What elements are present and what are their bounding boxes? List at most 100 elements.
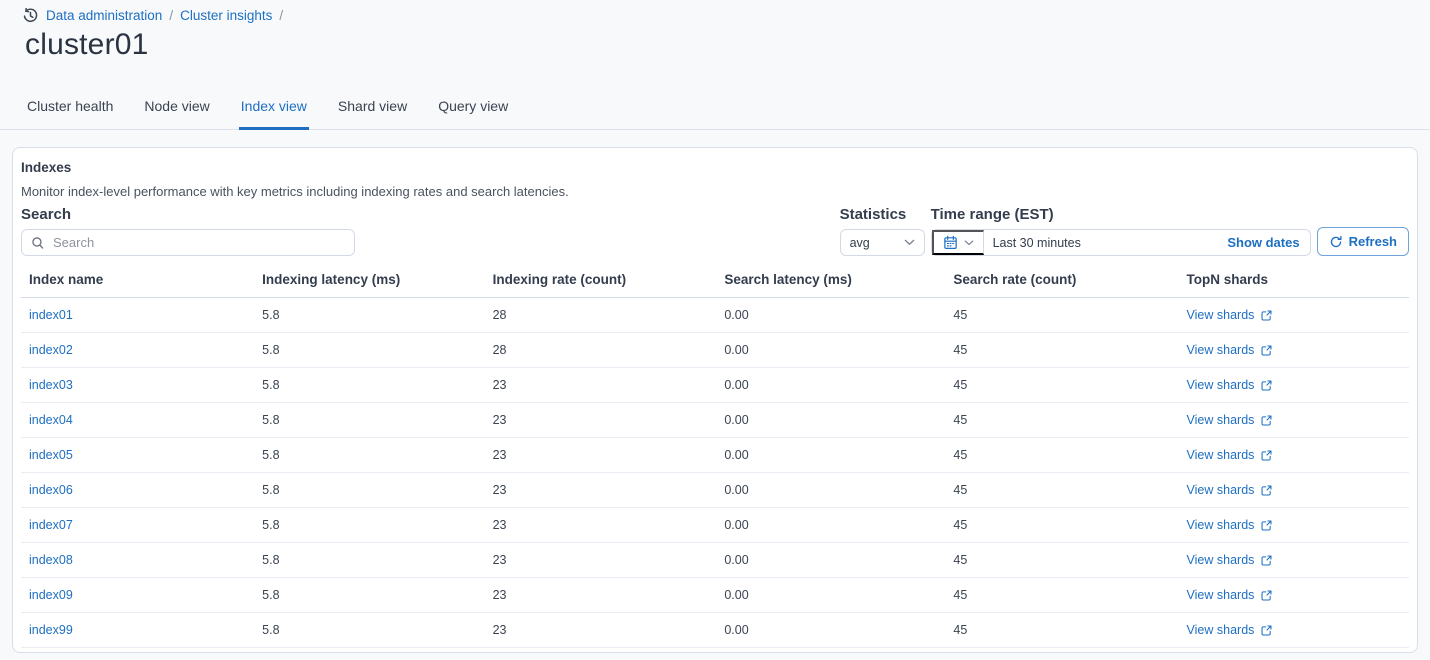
column-header-index-name: Index name <box>21 264 254 298</box>
popout-icon <box>1260 309 1273 322</box>
view-shards-label: View shards <box>1187 378 1255 392</box>
search-input[interactable] <box>22 235 354 250</box>
cell-topn-shards: View shards <box>1179 438 1409 473</box>
breadcrumb-items: Data administration/Cluster insights/ <box>46 8 290 23</box>
search-icon <box>31 236 45 250</box>
cell-topn-shards: View shards <box>1179 613 1409 648</box>
view-shards-label: View shards <box>1187 343 1255 357</box>
quick-select-button[interactable] <box>932 230 984 255</box>
index-name-link[interactable]: index01 <box>29 308 73 322</box>
column-header-search-latency-ms: Search latency (ms) <box>716 264 945 298</box>
next-page-button[interactable] <box>1381 657 1405 660</box>
cell-index-name: index08 <box>21 543 254 578</box>
index-name-link[interactable]: index07 <box>29 518 73 532</box>
cell-topn-shards: View shards <box>1179 473 1409 508</box>
cell-topn-shards: View shards <box>1179 578 1409 613</box>
cell-index-name: index05 <box>21 438 254 473</box>
cell-search-latency: 0.00 <box>716 333 945 368</box>
tab-shard-view[interactable]: Shard view <box>336 98 409 130</box>
view-shards-link[interactable]: View shards <box>1187 308 1274 322</box>
popout-icon <box>1260 449 1273 462</box>
view-shards-link[interactable]: View shards <box>1187 448 1274 462</box>
cell-search-latency: 0.00 <box>716 368 945 403</box>
cell-indexing-latency: 5.8 <box>254 508 484 543</box>
cell-index-name: index09 <box>21 578 254 613</box>
view-shards-link[interactable]: View shards <box>1187 553 1274 567</box>
view-shards-link[interactable]: View shards <box>1187 623 1274 637</box>
panel-title: Indexes <box>21 160 1409 175</box>
popout-icon <box>1260 554 1273 567</box>
index-name-link[interactable]: index04 <box>29 413 73 427</box>
pagination: 123 <box>1289 656 1405 660</box>
tab-index-view[interactable]: Index view <box>239 98 309 130</box>
cell-indexing-rate: 23 <box>485 473 717 508</box>
breadcrumb-separator: / <box>279 8 283 23</box>
cell-indexing-rate: 23 <box>485 403 717 438</box>
view-shards-link[interactable]: View shards <box>1187 378 1274 392</box>
cell-index-name: index03 <box>21 368 254 403</box>
view-shards-link[interactable]: View shards <box>1187 483 1274 497</box>
table-row: index055.8230.0045View shards <box>21 438 1409 473</box>
statistics-group: Statistics avg <box>840 207 925 256</box>
cell-search-latency: 0.00 <box>716 578 945 613</box>
view-shards-label: View shards <box>1187 518 1255 532</box>
view-shards-link[interactable]: View shards <box>1187 588 1274 602</box>
cell-indexing-rate: 23 <box>485 578 717 613</box>
breadcrumb-link-cluster-insights[interactable]: Cluster insights <box>180 8 272 23</box>
table-row: index065.8230.0045View shards <box>21 473 1409 508</box>
time-range-value[interactable]: Last 30 minutes <box>984 236 1228 250</box>
cell-search-latency: 0.00 <box>716 613 945 648</box>
statistics-select[interactable]: avg <box>840 229 925 256</box>
page-numbers: 123 <box>1315 656 1379 660</box>
cell-topn-shards: View shards <box>1179 298 1409 333</box>
cell-topn-shards: View shards <box>1179 368 1409 403</box>
cell-indexing-latency: 5.8 <box>254 403 484 438</box>
table-row: index045.8230.0045View shards <box>21 403 1409 438</box>
popout-icon <box>1260 344 1273 357</box>
cell-search-rate: 45 <box>945 298 1178 333</box>
view-shards-label: View shards <box>1187 308 1255 322</box>
cell-search-latency: 0.00 <box>716 473 945 508</box>
table-row: index075.8230.0045View shards <box>21 508 1409 543</box>
tab-query-view[interactable]: Query view <box>436 98 510 130</box>
page-button-3[interactable]: 3 <box>1359 656 1379 660</box>
history-icon <box>22 7 39 24</box>
page-button-2[interactable]: 2 <box>1337 656 1357 660</box>
view-shards-link[interactable]: View shards <box>1187 518 1274 532</box>
column-header-search-rate-count: Search rate (count) <box>945 264 1178 298</box>
time-range-group: Time range (EST) Last 30 minutes <box>931 207 1311 256</box>
index-name-link[interactable]: index05 <box>29 448 73 462</box>
table-row: index095.8230.0045View shards <box>21 578 1409 613</box>
show-dates-button[interactable]: Show dates <box>1227 235 1309 250</box>
refresh-button-label: Refresh <box>1349 234 1397 249</box>
cell-indexing-latency: 5.8 <box>254 298 484 333</box>
breadcrumb-link-data-administration[interactable]: Data administration <box>46 8 162 23</box>
tab-cluster-health[interactable]: Cluster health <box>25 98 115 130</box>
breadcrumb: Data administration/Cluster insights/ <box>0 0 1430 24</box>
refresh-button[interactable]: Refresh <box>1317 227 1409 256</box>
cell-search-rate: 45 <box>945 403 1178 438</box>
index-name-link[interactable]: index03 <box>29 378 73 392</box>
page-button-1[interactable]: 1 <box>1315 656 1335 660</box>
tab-node-view[interactable]: Node view <box>142 98 211 130</box>
index-name-link[interactable]: index08 <box>29 553 73 567</box>
index-name-link[interactable]: index09 <box>29 588 73 602</box>
tabs: Cluster health Node view Index view Shard v… <box>0 62 1430 130</box>
cell-search-rate: 45 <box>945 473 1178 508</box>
index-name-link[interactable]: index02 <box>29 343 73 357</box>
cell-indexing-rate: 23 <box>485 508 717 543</box>
table-row: index025.8280.0045View shards <box>21 333 1409 368</box>
cell-indexing-rate: 23 <box>485 368 717 403</box>
cell-index-name: index04 <box>21 403 254 438</box>
index-name-link[interactable]: index06 <box>29 483 73 497</box>
cell-index-name: index01 <box>21 298 254 333</box>
cell-indexing-latency: 5.8 <box>254 333 484 368</box>
index-name-link[interactable]: index99 <box>29 623 73 637</box>
view-shards-label: View shards <box>1187 588 1255 602</box>
view-shards-link[interactable]: View shards <box>1187 343 1274 357</box>
view-shards-link[interactable]: View shards <box>1187 413 1274 427</box>
cell-topn-shards: View shards <box>1179 508 1409 543</box>
cell-topn-shards: View shards <box>1179 333 1409 368</box>
previous-page-button[interactable] <box>1289 657 1313 660</box>
popout-icon <box>1260 414 1273 427</box>
